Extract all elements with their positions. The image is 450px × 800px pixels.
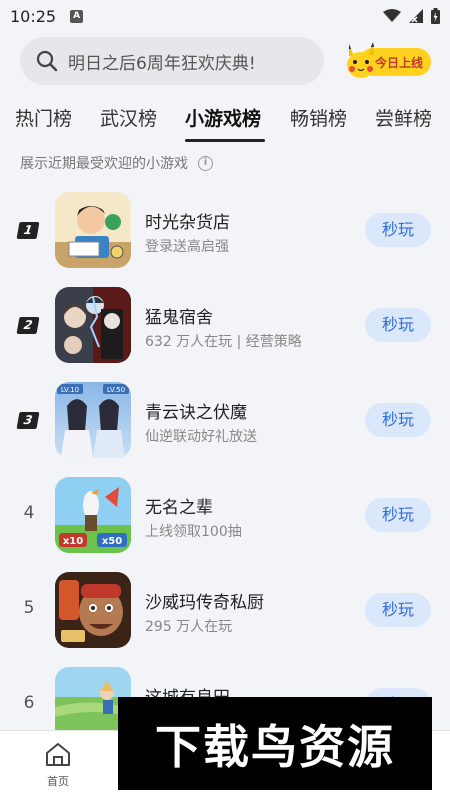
bonus-x10-label: x10 xyxy=(63,536,83,547)
tab-hot[interactable]: 热门榜 xyxy=(15,104,72,131)
pikachu-icon xyxy=(347,42,375,78)
game-icon-qingyun[interactable]: LV.10 LV.50 xyxy=(55,382,131,458)
rank-badge: 3 xyxy=(16,412,40,429)
instant-play-button[interactable]: 秒玩 xyxy=(365,403,431,437)
rank-badge: 1 xyxy=(16,222,40,239)
list-item[interactable]: 4 x10 x50 无名之辈 上线领取100抽 秒玩 xyxy=(0,467,450,562)
list-item[interactable]: 2 猛鬼宿舍 632 万人在玩 | 经营策略 秒玩 xyxy=(0,277,450,372)
rank-number: 5 xyxy=(23,598,35,618)
signal-icon xyxy=(409,9,423,23)
rank-badge: 2 xyxy=(16,317,40,334)
wifi-icon xyxy=(383,9,401,22)
active-tab-indicator xyxy=(185,139,265,142)
nav-home[interactable]: 首页 xyxy=(36,741,80,789)
tab-mini-games[interactable]: 小游戏榜 xyxy=(185,104,261,131)
category-tabs: 热门榜 武汉榜 小游戏榜 畅销榜 尝鲜榜 xyxy=(0,96,450,144)
bonus-x50-label: x50 xyxy=(102,536,122,547)
tab-bestselling[interactable]: 畅销榜 xyxy=(290,104,347,131)
instant-play-button[interactable]: 秒玩 xyxy=(365,593,431,627)
game-name: 沙威玛传奇私厨 xyxy=(145,593,264,613)
search-icon xyxy=(36,50,58,72)
battery-icon xyxy=(431,8,440,24)
game-name: 猛鬼宿舍 xyxy=(145,308,213,328)
game-subtitle: 登录送高启强 xyxy=(145,239,229,255)
search-input[interactable]: 明日之后6周年狂欢庆典! xyxy=(68,49,256,74)
instant-play-button[interactable]: 秒玩 xyxy=(365,308,431,342)
game-name: 时光杂货店 xyxy=(145,213,230,233)
game-icon-time-store[interactable] xyxy=(55,192,131,268)
status-time: 10:25 xyxy=(10,6,57,26)
list-hint: 展示近期最受欢迎的小游戏 i xyxy=(20,153,213,173)
hint-text: 展示近期最受欢迎的小游戏 xyxy=(20,156,188,172)
tab-new[interactable]: 尝鲜榜 xyxy=(375,104,432,131)
game-subtitle: 仙逆联动好礼放送 xyxy=(145,429,257,445)
rank-number: 6 xyxy=(23,693,35,713)
status-icons xyxy=(383,8,440,24)
search-bar[interactable]: 明日之后6周年狂欢庆典! xyxy=(20,37,324,85)
watermark-overlay: 下载鸟资源 xyxy=(118,697,432,790)
instant-play-button[interactable]: 秒玩 xyxy=(365,498,431,532)
game-icon-ghost-dorm[interactable] xyxy=(55,287,131,363)
game-subtitle: 632 万人在玩 | 经营策略 xyxy=(145,334,302,350)
status-bar: 10:25 A xyxy=(0,0,450,32)
instant-play-button[interactable]: 秒玩 xyxy=(365,213,431,247)
info-icon[interactable]: i xyxy=(198,155,213,171)
rank-number: 4 xyxy=(23,503,35,523)
game-name: 无名之辈 xyxy=(145,498,213,518)
nav-home-label: 首页 xyxy=(47,775,69,788)
game-subtitle: 上线领取100抽 xyxy=(145,524,242,540)
game-name: 青云诀之伏魔 xyxy=(145,403,247,423)
game-subtitle: 295 万人在玩 xyxy=(145,619,233,635)
level-left-label: LV.10 xyxy=(61,386,79,394)
notification-a-icon: A xyxy=(70,9,84,23)
level-right-label: LV.50 xyxy=(107,386,125,394)
tab-wuhan[interactable]: 武汉榜 xyxy=(100,104,157,131)
list-item[interactable]: 3 LV.10 LV.50 青云诀之伏魔 仙逆联动好礼放送 秒玩 xyxy=(0,372,450,467)
promo-banner[interactable]: 今日上线 xyxy=(341,38,433,84)
game-icon-nameless[interactable]: x10 x50 xyxy=(55,477,131,553)
list-item[interactable]: 5 沙威玛传奇私厨 295 万人在玩 秒玩 xyxy=(0,562,450,657)
home-icon xyxy=(46,743,70,766)
game-icon-shawarma[interactable] xyxy=(55,572,131,648)
list-item[interactable]: 1 时光杂货店 登录送高启强 秒玩 xyxy=(0,182,450,277)
